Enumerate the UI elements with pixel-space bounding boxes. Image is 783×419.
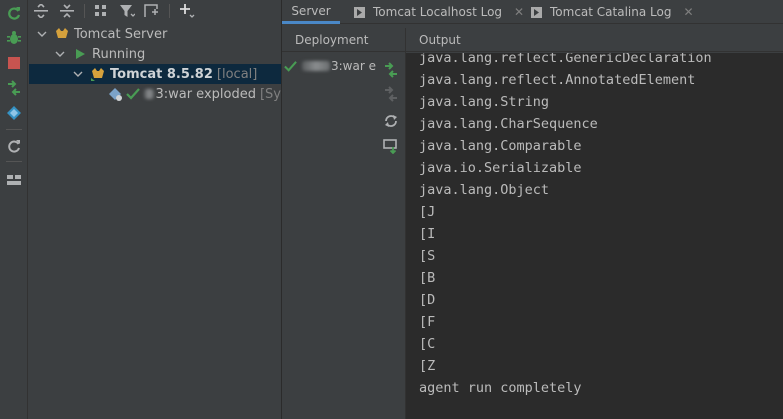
redacted-text [144,89,155,99]
new-group-icon[interactable] [141,1,161,21]
tab-server[interactable]: Server [282,0,340,24]
deploy-all-icon[interactable] [5,79,23,97]
toolbar-separator [6,129,22,130]
close-icon[interactable]: ✕ [514,5,524,19]
tree-toolbar [29,0,281,22]
chevron-down-icon[interactable] [54,48,66,60]
tomcat-running-icon [90,66,106,82]
tree-label: Tomcat Server [74,26,168,42]
console-line: [D [419,292,436,308]
output-header: Output [406,28,783,52]
chevron-down-icon[interactable] [72,68,84,80]
tree-label: Running [92,46,146,62]
stop-icon[interactable] [5,54,23,72]
redacted-text [302,61,330,71]
collapse-all-icon[interactable] [57,1,77,21]
refresh-icon[interactable] [5,137,23,155]
chevron-down-icon[interactable] [36,28,48,40]
tomcat-instance-name: Tomcat 8.5.82 [110,66,213,82]
console-line: java.lang.String [419,94,550,110]
deployment-actions [377,54,405,419]
log-icon [531,6,542,18]
run-play-icon [72,46,88,62]
group-by-icon[interactable] [91,1,111,21]
deploy-icon[interactable] [382,61,400,79]
tomcat-instance-host: [local] [216,66,258,82]
services-side-toolbar [0,0,28,419]
console-line: agent run completely [419,380,582,396]
tree-node-tomcat-server[interactable]: Tomcat Server [29,24,281,44]
console-line: [I [419,226,436,242]
tree-node-artifact[interactable]: 3:war exploded [Sy [29,84,281,104]
console-line: java.lang.reflect.GenericDeclaration [419,53,712,66]
console-line: [Z [419,358,436,374]
undeploy-icon[interactable] [382,85,400,103]
check-icon [284,60,298,73]
console-line: java.lang.reflect.AnnotatedElement [419,72,696,88]
artifact-status: [Sy [259,86,281,102]
tab-tomcat-catalina-log[interactable]: Tomcat Catalina Log ✕ [531,0,694,24]
tab-bar: Server Tomcat Localhost Log ✕ Tomcat Cat… [282,0,783,24]
console-line: [J [419,204,436,220]
layout-grid-icon[interactable] [5,171,23,189]
console-line: [F [419,314,436,330]
tab-label: Server [291,3,331,18]
deployment-list: 3:war e [282,54,376,419]
tomcat-icon [54,26,70,42]
artifact-label: 3:war exploded [155,86,256,102]
close-icon[interactable]: ✕ [683,5,693,19]
console-line: [S [419,248,436,264]
tab-label: Tomcat Localhost Log [373,5,503,19]
rerun-icon[interactable] [5,4,23,22]
check-icon [126,86,140,102]
tree-node-tomcat-instance[interactable]: Tomcat 8.5.82 [local] [29,64,281,84]
toolbar-separator [6,161,22,162]
console-line: java.lang.Comparable [419,138,582,154]
console-line: java.lang.CharSequence [419,116,598,132]
deployment-item[interactable]: 3:war e [284,56,376,76]
add-service-icon[interactable] [177,1,197,21]
deploy-to-server-icon[interactable] [382,137,400,155]
artifact-icon [108,86,124,102]
console-line: java.io.Serializable [419,160,582,176]
output-console[interactable]: java.lang.reflect.GenericDeclaration jav… [406,53,783,419]
filter-icon[interactable] [117,1,137,21]
deployment-item-label: 3:war e [331,59,376,73]
services-tree: Tomcat Server Running Tomcat 8.5.82 [loc… [29,22,281,419]
console-line: [C [419,336,436,352]
toolbar-separator [84,4,85,18]
debug-bug-icon[interactable] [5,29,23,47]
deployment-header: Deployment [282,28,406,52]
log-icon [354,6,365,18]
toolbar-separator [169,4,170,18]
tree-node-running[interactable]: Running [29,44,281,64]
console-line: java.lang.Object [419,182,550,198]
tab-label: Tomcat Catalina Log [550,5,672,19]
console-line: [B [419,270,436,286]
expand-all-icon[interactable] [31,1,51,21]
tab-tomcat-localhost-log[interactable]: Tomcat Localhost Log ✕ [354,0,524,24]
refresh-deployment-icon[interactable] [382,112,400,130]
artifact-diamond-icon[interactable] [5,104,23,122]
